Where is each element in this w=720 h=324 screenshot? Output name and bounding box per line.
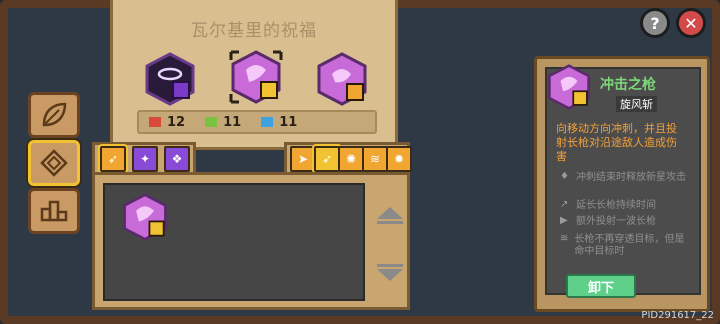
help-icon: ? — [650, 13, 660, 33]
dash-icon: ➤ — [297, 152, 309, 166]
red-count: 12 — [149, 115, 185, 130]
inventory-slots — [103, 183, 365, 301]
spear-skill-icon[interactable] — [229, 50, 283, 104]
tab-blessing[interactable] — [28, 140, 80, 186]
wave-icon: ≋ — [369, 152, 381, 166]
tab-dash-type[interactable]: ➤ — [290, 146, 316, 172]
tab-spear-type[interactable]: ➶ — [98, 144, 128, 174]
tab-wave-type[interactable]: ≋ — [362, 146, 388, 172]
inventory-panel — [92, 172, 410, 310]
feature-3-text: 额外投射一波长枪 — [576, 216, 656, 227]
tab-crystal-type[interactable]: ❖ — [164, 146, 190, 172]
blue-count: 11 — [261, 115, 297, 130]
tab-podium[interactable] — [28, 188, 80, 234]
extend-feature-icon: ↗ — [560, 199, 569, 210]
tab-nova-type[interactable]: ✺ — [338, 146, 364, 172]
green-leaf-icon — [205, 117, 218, 127]
crystal-icon: ❖ — [171, 152, 183, 166]
feature-1-text: 冲刺结束时释放新星攻击 — [576, 172, 686, 183]
game-screen: 瓦尔基里的祝福 12 11 11 ➶ ✦ ❖ ➤ ➶ ✺ ≋ ✹ 冲击之枪 旋风… — [0, 0, 720, 324]
equipped-spear-item[interactable] — [121, 193, 169, 241]
close-button[interactable]: ✕ — [676, 8, 706, 38]
feature-4-text: 长枪不再穿透目标，但是命中目标时 — [574, 234, 685, 257]
podium-icon — [40, 200, 68, 222]
skill-description: 向移动方向冲刺，并且投射长枪对沿途敌人造成伤害 — [556, 122, 677, 163]
spear-icon: ➶ — [107, 152, 119, 166]
burst-icon: ✹ — [393, 152, 405, 166]
star-icon: ✦ — [139, 152, 151, 166]
feature-4: ≋ 长枪不再穿透目标，但是命中目标时 — [560, 234, 688, 258]
extra-feature-icon: ▶ — [560, 215, 568, 226]
tab-leaf[interactable] — [28, 92, 80, 138]
feature-2-text: 延长长枪持续时间 — [576, 200, 656, 211]
green-count-value: 11 — [223, 114, 242, 130]
feature-2: ↗ 延长长枪持续时间 — [560, 200, 688, 212]
skill-name: 冲击之枪 — [600, 77, 656, 93]
pierce-feature-icon: ≋ — [560, 233, 569, 244]
scroll-up-arrow-icon[interactable] — [375, 205, 405, 225]
unequip-button[interactable]: 卸下 — [566, 274, 636, 298]
green-count: 11 — [205, 115, 241, 130]
skill-subtitle: 旋风斩 — [616, 96, 657, 112]
fist-skill-icon[interactable] — [315, 52, 369, 106]
help-button[interactable]: ? — [640, 8, 670, 38]
lance-icon: ➶ — [321, 152, 333, 166]
nova-feature-icon: ♦ — [560, 171, 569, 182]
feature-3: ▶ 额外投射一波长枪 — [560, 216, 688, 228]
feature-1: ♦ 冲刺结束时释放新星攻击 — [560, 172, 688, 184]
scroll-down-arrow-icon[interactable] — [375, 263, 405, 283]
red-gem-icon — [149, 117, 161, 127]
diamond-icon — [40, 149, 68, 177]
close-icon: ✕ — [684, 13, 698, 33]
tab-lance-type[interactable]: ➶ — [312, 144, 342, 174]
board-title: 瓦尔基里的祝福 — [191, 21, 317, 41]
blue-card-icon — [261, 117, 274, 127]
blessing-board: 瓦尔基里的祝福 12 11 11 — [110, 0, 398, 150]
category-tabbar: ➶ ✦ ❖ ➤ ➶ ✺ ≋ ✹ — [92, 142, 412, 176]
nova-icon: ✺ — [345, 152, 357, 166]
tab-star-type[interactable]: ✦ — [132, 146, 158, 172]
ring-skill-icon[interactable] — [143, 52, 197, 106]
detail-skill-icon — [548, 64, 590, 110]
red-count-value: 12 — [167, 114, 186, 130]
pid-label: PID291617_22 — [641, 310, 714, 321]
tab-burst-type[interactable]: ✹ — [386, 146, 412, 172]
leaf-icon — [42, 102, 67, 127]
resource-counts: 12 11 11 — [137, 110, 377, 134]
blue-count-value: 11 — [279, 114, 298, 130]
